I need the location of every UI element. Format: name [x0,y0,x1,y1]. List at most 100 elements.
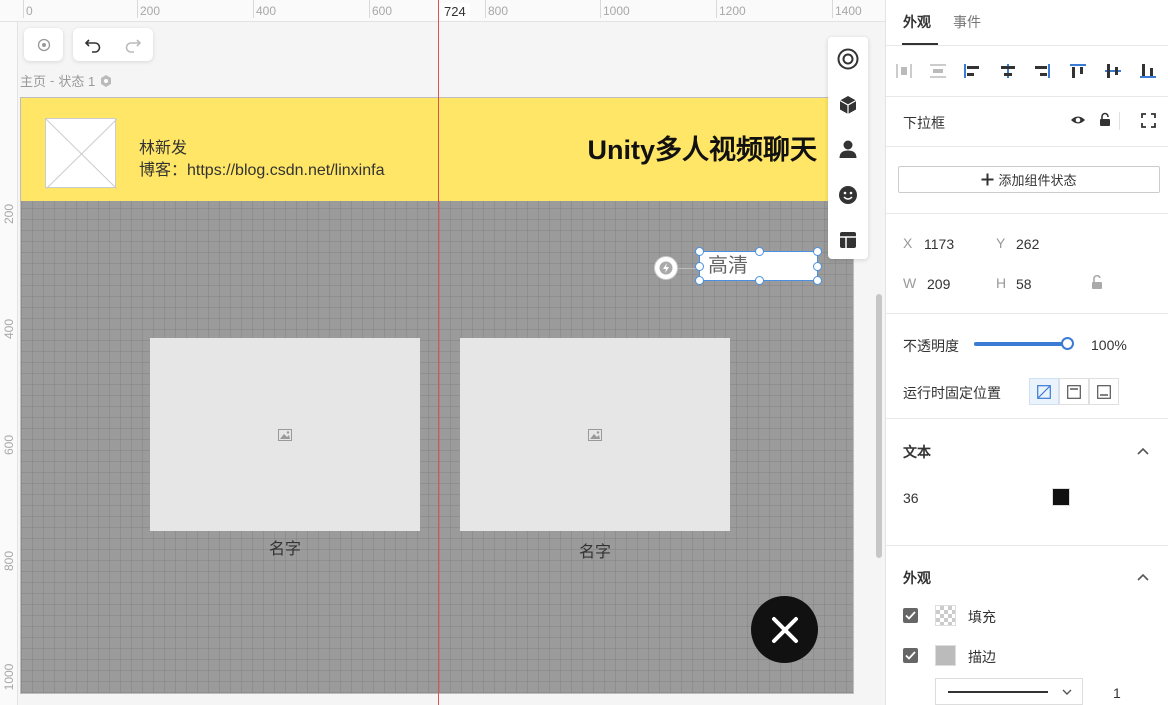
resize-handle[interactable] [813,262,822,271]
target-widget-icon[interactable] [836,47,860,71]
visibility-eye-icon[interactable] [1070,113,1086,130]
breadcrumb-page[interactable]: 主页 [20,71,46,90]
tab-events[interactable]: 事件 [953,12,981,32]
stroke-width-field[interactable]: 1 [1113,685,1121,701]
resize-handle[interactable] [695,262,704,271]
history-buttons [73,28,153,61]
text-color-swatch[interactable] [1052,488,1070,506]
image-placeholder[interactable] [45,118,118,190]
x-label: X [903,235,913,251]
fixed-top-button[interactable] [1059,378,1089,405]
video-caption[interactable]: 名字 [460,538,730,562]
chevron-down-icon [1062,689,1072,695]
component-name[interactable]: 下拉框 [903,113,945,133]
breadcrumb-state[interactable]: 状态 1 [58,71,95,90]
opacity-slider-fill [974,342,1068,346]
lightning-icon [659,261,673,275]
stroke-checkbox[interactable] [903,648,918,663]
video-box[interactable] [150,338,420,531]
fixed-bottom-button[interactable] [1089,378,1119,405]
target-button[interactable] [24,28,63,61]
ruler-tick: 1400 [832,0,862,18]
fixed-none-button[interactable] [1029,378,1059,405]
resize-handle[interactable] [755,247,764,256]
user-icon[interactable] [836,137,860,161]
blog-url: https://blog.csdn.net/linxinfa [187,162,385,179]
breadcrumb-separator: - [50,73,55,88]
fill-swatch[interactable] [935,605,956,626]
h-field[interactable]: 58 [1016,276,1032,292]
y-field[interactable]: 262 [1016,236,1039,252]
plus-icon [981,173,994,186]
ruler-tick: 200 [136,0,161,18]
checkmark-icon [905,651,916,660]
tab-appearance[interactable]: 外观 [903,12,931,32]
vertical-scrollbar[interactable] [876,294,882,558]
divider [886,313,1168,314]
opacity-value[interactable]: 100% [1091,337,1127,353]
fix-top-icon [1067,384,1081,399]
checkmark-icon [905,611,916,620]
align-middle-vertical-icon[interactable] [1103,61,1123,81]
opacity-slider-knob[interactable] [1061,337,1074,350]
app-title[interactable]: Unity多人视频聊天 [588,128,818,167]
ruler-tick: 200 [2,203,16,225]
no-fix-icon [1037,384,1051,399]
ruler-tick: 400 [252,0,277,18]
align-top-icon[interactable] [1068,61,1088,81]
stroke-swatch[interactable] [935,645,956,666]
divider [886,545,1168,546]
stroke-style-select[interactable] [935,678,1083,705]
settings-icon[interactable] [99,74,113,88]
video-caption[interactable]: 名字 [150,535,420,559]
breadcrumb: 主页 - 状态 1 [20,71,113,90]
distribute-vertical-icon[interactable] [928,61,948,81]
undo-button[interactable] [73,37,113,53]
resize-handle[interactable] [813,247,822,256]
close-icon [771,616,798,643]
video-box[interactable] [460,338,730,531]
fill-checkbox[interactable] [903,608,918,623]
chevron-up-icon[interactable] [1136,444,1150,458]
emoji-icon[interactable] [836,183,860,207]
solid-line-preview [948,690,1048,693]
ruler-tick: 1200 [716,0,746,18]
redo-icon [125,38,142,53]
vertical-ruler: 200 400 600 800 1000 [0,22,18,705]
resize-handle[interactable] [695,276,704,285]
redo-button[interactable] [113,37,153,53]
blog-line[interactable]: 博客：https://blog.csdn.net/linxinfa [139,156,384,180]
resize-handle[interactable] [755,276,764,285]
ruler-guide-label: 724 [440,3,470,20]
layout-icon[interactable] [836,228,860,252]
author-name[interactable]: 林新发 [139,134,187,158]
w-field[interactable]: 209 [927,276,950,292]
interaction-badge[interactable] [654,256,678,280]
text-section-title[interactable]: 文本 [903,442,931,462]
font-size-field[interactable]: 36 [903,490,919,506]
resize-handle[interactable] [813,276,822,285]
add-state-label: 添加组件状态 [998,173,1077,188]
placeholder-cross-icon [45,118,118,190]
opacity-slider[interactable] [974,337,1074,350]
chevron-up-icon[interactable] [1136,570,1150,584]
page-artboard[interactable]: 林新发 博客：https://blog.csdn.net/linxinfa Un… [20,97,855,694]
aspect-lock-icon[interactable] [1091,274,1103,293]
resize-handle[interactable] [695,247,704,256]
align-left-icon[interactable] [962,61,982,81]
distribute-horizontal-icon[interactable] [894,61,914,81]
blog-label: 博客： [139,162,188,179]
align-bottom-icon[interactable] [1138,61,1158,81]
divider [886,96,1168,97]
close-button[interactable] [751,596,818,663]
cube-icon[interactable] [836,93,860,117]
appearance-section-title[interactable]: 外观 [903,568,931,588]
align-center-horizontal-icon[interactable] [998,61,1018,81]
image-icon [278,428,292,441]
align-right-icon[interactable] [1032,61,1052,81]
design-canvas[interactable]: 0 200 400 600 800 1000 1200 1400 200 400… [0,0,885,705]
x-field[interactable]: 1173 [924,236,954,252]
add-state-button[interactable]: 添加组件状态 [898,166,1160,193]
lock-icon[interactable] [1099,112,1111,130]
fullscreen-icon[interactable] [1141,113,1156,131]
